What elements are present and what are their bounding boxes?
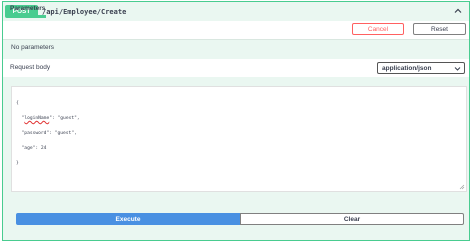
tab-active-indicator [9, 15, 46, 18]
content-type-value: application/json [382, 64, 432, 72]
clear-button[interactable]: Clear [240, 213, 464, 225]
operation-header[interactable]: POST /api/Employee/Create [3, 2, 469, 22]
operation-block: POST /api/Employee/Create Parameters Can… [2, 1, 470, 241]
content-type-select[interactable]: application/json [377, 62, 465, 74]
resize-grip-icon[interactable] [459, 184, 465, 190]
request-body-label: Request body [10, 64, 51, 71]
operation-path: /api/Employee/Create [42, 7, 127, 16]
chevron-down-icon [454, 67, 461, 71]
editor-line: "age": 24 [16, 146, 47, 151]
reset-button[interactable]: Reset [413, 23, 466, 35]
tab-parameters[interactable]: Parameters [10, 5, 45, 12]
cancel-button[interactable]: Cancel [352, 23, 404, 35]
editor-key-loginname: loginName [24, 116, 50, 121]
editor-line: "loginName": "guest", [16, 116, 80, 121]
no-parameters-text: No parameters [11, 44, 54, 51]
editor-line: "password": "guest", [16, 131, 77, 136]
execute-button[interactable]: Execute [16, 213, 240, 225]
editor-line: { [16, 101, 19, 106]
editor-line: } [16, 161, 19, 166]
chevron-up-icon[interactable] [453, 6, 463, 16]
request-body-editor[interactable]: { "loginName": "guest", "password": "gue… [11, 86, 467, 192]
